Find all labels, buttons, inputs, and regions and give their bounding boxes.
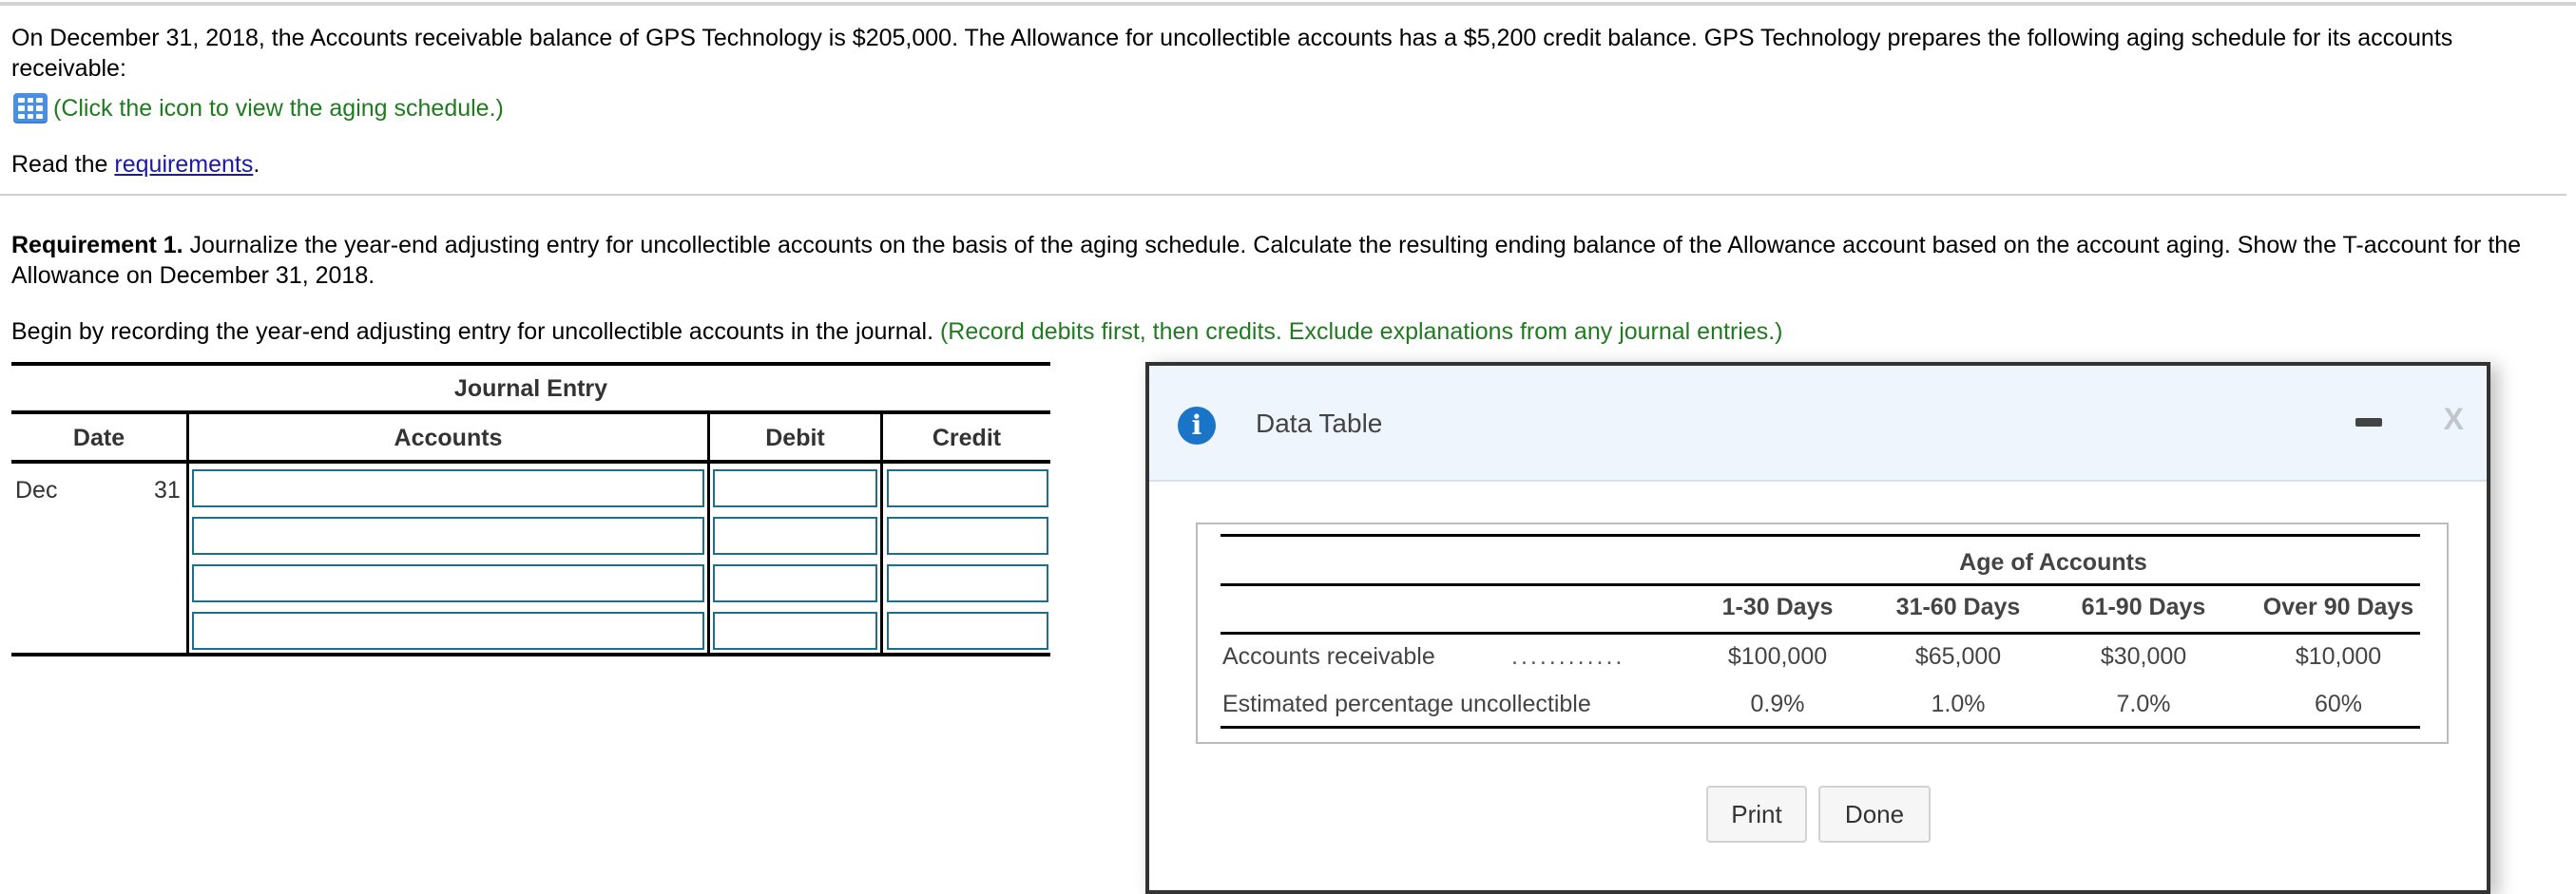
requirements-link[interactable]: requirements xyxy=(114,151,253,178)
account-input-3[interactable] xyxy=(192,564,704,602)
ar-61-90: $30,000 xyxy=(2100,643,2187,670)
table-rule xyxy=(1221,726,2420,729)
table-rule xyxy=(1221,534,2420,537)
table-grid-icon[interactable] xyxy=(13,93,48,124)
read-suffix: . xyxy=(253,151,260,178)
aging-schedule-table: Age of Accounts 1-30 Days 31-60 Days 61-… xyxy=(1196,523,2449,744)
info-icon: i xyxy=(1178,407,1216,445)
column-header-over-90: Over 90 Days xyxy=(2262,594,2414,620)
column-header-1-30: 1-30 Days xyxy=(1721,594,1834,620)
column-header-credit: Credit xyxy=(932,425,1002,451)
requirement-label: Requirement 1. xyxy=(11,232,183,258)
top-border xyxy=(0,2,2576,6)
pct-over-90: 60% xyxy=(2314,691,2363,717)
minimize-icon xyxy=(2355,418,2382,427)
minimize-button[interactable] xyxy=(2355,415,2382,428)
row-label-accounts-receivable: Accounts receivable xyxy=(1222,643,1435,670)
ar-1-30: $100,000 xyxy=(1727,643,1828,670)
requirement-body: Journalize the year-end adjusting entry … xyxy=(11,232,2522,289)
account-input-2[interactable] xyxy=(192,517,704,555)
requirement-1-text: Requirement 1. Journalize the year-end a… xyxy=(11,230,2568,291)
credit-input-4[interactable] xyxy=(887,612,1048,650)
pct-31-60: 1.0% xyxy=(1931,691,1986,717)
table-rule xyxy=(11,460,1050,464)
aging-schedule-link[interactable]: (Click the icon to view the aging schedu… xyxy=(13,92,504,124)
instruction-hint: (Record debits first, then credits. Excl… xyxy=(939,318,1783,345)
row-label-estimated-percentage: Estimated percentage uncollectible xyxy=(1222,691,1591,717)
modal-title: Data Table xyxy=(1256,409,1383,438)
read-requirements-line: Read the requirements. xyxy=(11,149,260,180)
debit-input-2[interactable] xyxy=(713,517,877,555)
column-header-accounts: Accounts xyxy=(394,425,503,451)
age-of-accounts-caption: Age of Accounts xyxy=(1959,549,2147,576)
entry-date-day: 31 xyxy=(154,477,181,504)
account-input-4[interactable] xyxy=(192,612,704,650)
aging-schedule-link-text[interactable]: (Click the icon to view the aging schedu… xyxy=(53,93,504,124)
table-rule xyxy=(11,362,1050,366)
ar-over-90: $10,000 xyxy=(2295,643,2382,670)
journal-entry-title: Journal Entry xyxy=(453,375,608,402)
pct-1-30: 0.9% xyxy=(1750,691,1805,717)
credit-input-1[interactable] xyxy=(887,469,1048,507)
table-rule xyxy=(11,410,1050,414)
account-input-1[interactable] xyxy=(192,469,704,507)
entry-date-month: Dec xyxy=(15,477,58,504)
column-header-debit: Debit xyxy=(765,425,825,451)
credit-input-3[interactable] xyxy=(887,564,1048,602)
section-divider xyxy=(0,194,2566,196)
pct-61-90: 7.0% xyxy=(2116,691,2171,717)
instruction-line: Begin by recording the year-end adjustin… xyxy=(11,316,1783,347)
table-rule xyxy=(1221,632,2420,635)
column-header-date: Date xyxy=(72,425,125,451)
data-table-modal: i Data Table X Age of Accounts 1-30 Days… xyxy=(1145,362,2490,894)
debit-input-1[interactable] xyxy=(713,469,877,507)
dot-leader: ............ xyxy=(1511,643,1625,670)
debit-input-3[interactable] xyxy=(713,564,877,602)
problem-statement: On December 31, 2018, the Accounts recei… xyxy=(11,25,2453,82)
journal-entry-table: Journal Entry Date Accounts Debit Credit… xyxy=(11,362,1050,656)
modal-header[interactable]: i Data Table X xyxy=(1149,366,2487,482)
table-rule xyxy=(1221,583,2420,586)
table-rule xyxy=(11,653,1050,656)
instruction-text: Begin by recording the year-end adjustin… xyxy=(11,318,940,345)
read-prefix: Read the xyxy=(11,151,115,178)
close-button[interactable]: X xyxy=(2444,400,2464,438)
print-button[interactable]: Print xyxy=(1706,786,1807,843)
credit-input-2[interactable] xyxy=(887,517,1048,555)
ar-31-60: $65,000 xyxy=(1914,643,2002,670)
done-button[interactable]: Done xyxy=(1818,786,1931,843)
column-header-61-90: 61-90 Days xyxy=(2081,594,2206,620)
column-header-31-60: 31-60 Days xyxy=(1895,594,2021,620)
debit-input-4[interactable] xyxy=(713,612,877,650)
